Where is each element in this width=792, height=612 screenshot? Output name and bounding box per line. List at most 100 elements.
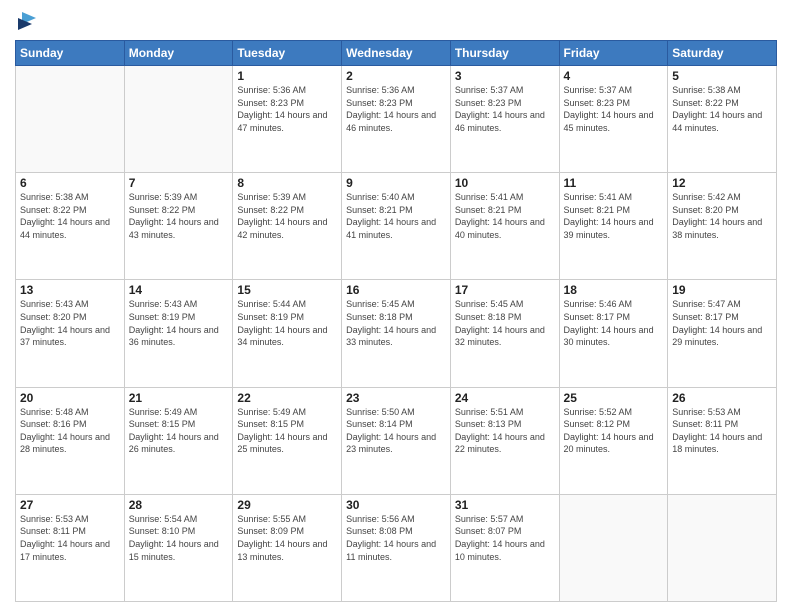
- calendar-cell: 28 Sunrise: 5:54 AMSunset: 8:10 PMDaylig…: [124, 494, 233, 601]
- day-number: 1: [237, 69, 337, 83]
- day-number: 10: [455, 176, 555, 190]
- day-info: Sunrise: 5:39 AMSunset: 8:22 PMDaylight:…: [129, 192, 219, 240]
- day-number: 21: [129, 391, 229, 405]
- day-info: Sunrise: 5:47 AMSunset: 8:17 PMDaylight:…: [672, 299, 762, 347]
- day-info: Sunrise: 5:38 AMSunset: 8:22 PMDaylight:…: [672, 85, 762, 133]
- day-info: Sunrise: 5:46 AMSunset: 8:17 PMDaylight:…: [564, 299, 654, 347]
- day-number: 14: [129, 283, 229, 297]
- day-info: Sunrise: 5:53 AMSunset: 8:11 PMDaylight:…: [20, 514, 110, 562]
- calendar-cell: 1 Sunrise: 5:36 AMSunset: 8:23 PMDayligh…: [233, 66, 342, 173]
- calendar-cell: 20 Sunrise: 5:48 AMSunset: 8:16 PMDaylig…: [16, 387, 125, 494]
- calendar-cell: 10 Sunrise: 5:41 AMSunset: 8:21 PMDaylig…: [450, 173, 559, 280]
- calendar-cell: 30 Sunrise: 5:56 AMSunset: 8:08 PMDaylig…: [342, 494, 451, 601]
- calendar-cell: 26 Sunrise: 5:53 AMSunset: 8:11 PMDaylig…: [668, 387, 777, 494]
- day-number: 7: [129, 176, 229, 190]
- day-info: Sunrise: 5:54 AMSunset: 8:10 PMDaylight:…: [129, 514, 219, 562]
- calendar-table: SundayMondayTuesdayWednesdayThursdayFrid…: [15, 40, 777, 602]
- calendar-cell: 2 Sunrise: 5:36 AMSunset: 8:23 PMDayligh…: [342, 66, 451, 173]
- day-info: Sunrise: 5:49 AMSunset: 8:15 PMDaylight:…: [237, 407, 327, 455]
- calendar-cell: 11 Sunrise: 5:41 AMSunset: 8:21 PMDaylig…: [559, 173, 668, 280]
- day-number: 22: [237, 391, 337, 405]
- weekday-header: Monday: [124, 41, 233, 66]
- day-info: Sunrise: 5:42 AMSunset: 8:20 PMDaylight:…: [672, 192, 762, 240]
- day-info: Sunrise: 5:49 AMSunset: 8:15 PMDaylight:…: [129, 407, 219, 455]
- day-info: Sunrise: 5:41 AMSunset: 8:21 PMDaylight:…: [455, 192, 545, 240]
- day-info: Sunrise: 5:43 AMSunset: 8:20 PMDaylight:…: [20, 299, 110, 347]
- day-number: 24: [455, 391, 555, 405]
- calendar-cell: 19 Sunrise: 5:47 AMSunset: 8:17 PMDaylig…: [668, 280, 777, 387]
- day-number: 8: [237, 176, 337, 190]
- day-info: Sunrise: 5:53 AMSunset: 8:11 PMDaylight:…: [672, 407, 762, 455]
- calendar-cell: 23 Sunrise: 5:50 AMSunset: 8:14 PMDaylig…: [342, 387, 451, 494]
- day-number: 29: [237, 498, 337, 512]
- day-number: 20: [20, 391, 120, 405]
- weekday-header: Friday: [559, 41, 668, 66]
- day-info: Sunrise: 5:57 AMSunset: 8:07 PMDaylight:…: [455, 514, 545, 562]
- day-number: 30: [346, 498, 446, 512]
- weekday-header: Thursday: [450, 41, 559, 66]
- day-number: 13: [20, 283, 120, 297]
- calendar-week-row: 13 Sunrise: 5:43 AMSunset: 8:20 PMDaylig…: [16, 280, 777, 387]
- calendar-cell: 7 Sunrise: 5:39 AMSunset: 8:22 PMDayligh…: [124, 173, 233, 280]
- day-number: 15: [237, 283, 337, 297]
- day-number: 27: [20, 498, 120, 512]
- calendar-cell: 18 Sunrise: 5:46 AMSunset: 8:17 PMDaylig…: [559, 280, 668, 387]
- calendar-week-row: 1 Sunrise: 5:36 AMSunset: 8:23 PMDayligh…: [16, 66, 777, 173]
- day-info: Sunrise: 5:51 AMSunset: 8:13 PMDaylight:…: [455, 407, 545, 455]
- day-info: Sunrise: 5:40 AMSunset: 8:21 PMDaylight:…: [346, 192, 436, 240]
- logo-icon: [18, 10, 36, 32]
- weekday-header-row: SundayMondayTuesdayWednesdayThursdayFrid…: [16, 41, 777, 66]
- day-info: Sunrise: 5:52 AMSunset: 8:12 PMDaylight:…: [564, 407, 654, 455]
- day-info: Sunrise: 5:44 AMSunset: 8:19 PMDaylight:…: [237, 299, 327, 347]
- day-number: 4: [564, 69, 664, 83]
- calendar-cell: 4 Sunrise: 5:37 AMSunset: 8:23 PMDayligh…: [559, 66, 668, 173]
- calendar-cell: 29 Sunrise: 5:55 AMSunset: 8:09 PMDaylig…: [233, 494, 342, 601]
- day-number: 18: [564, 283, 664, 297]
- calendar-cell: 6 Sunrise: 5:38 AMSunset: 8:22 PMDayligh…: [16, 173, 125, 280]
- calendar-cell: 21 Sunrise: 5:49 AMSunset: 8:15 PMDaylig…: [124, 387, 233, 494]
- day-number: 25: [564, 391, 664, 405]
- day-number: 16: [346, 283, 446, 297]
- calendar-cell: [668, 494, 777, 601]
- day-number: 31: [455, 498, 555, 512]
- weekday-header: Tuesday: [233, 41, 342, 66]
- day-number: 11: [564, 176, 664, 190]
- calendar-cell: 22 Sunrise: 5:49 AMSunset: 8:15 PMDaylig…: [233, 387, 342, 494]
- calendar-cell: 27 Sunrise: 5:53 AMSunset: 8:11 PMDaylig…: [16, 494, 125, 601]
- day-info: Sunrise: 5:43 AMSunset: 8:19 PMDaylight:…: [129, 299, 219, 347]
- day-info: Sunrise: 5:55 AMSunset: 8:09 PMDaylight:…: [237, 514, 327, 562]
- calendar-cell: 13 Sunrise: 5:43 AMSunset: 8:20 PMDaylig…: [16, 280, 125, 387]
- day-number: 19: [672, 283, 772, 297]
- day-info: Sunrise: 5:45 AMSunset: 8:18 PMDaylight:…: [346, 299, 436, 347]
- day-number: 9: [346, 176, 446, 190]
- day-info: Sunrise: 5:38 AMSunset: 8:22 PMDaylight:…: [20, 192, 110, 240]
- calendar-cell: 31 Sunrise: 5:57 AMSunset: 8:07 PMDaylig…: [450, 494, 559, 601]
- calendar-cell: [124, 66, 233, 173]
- calendar-cell: [16, 66, 125, 173]
- day-number: 26: [672, 391, 772, 405]
- day-info: Sunrise: 5:48 AMSunset: 8:16 PMDaylight:…: [20, 407, 110, 455]
- day-info: Sunrise: 5:41 AMSunset: 8:21 PMDaylight:…: [564, 192, 654, 240]
- day-number: 5: [672, 69, 772, 83]
- logo: [15, 10, 36, 32]
- calendar-cell: 17 Sunrise: 5:45 AMSunset: 8:18 PMDaylig…: [450, 280, 559, 387]
- calendar-cell: 24 Sunrise: 5:51 AMSunset: 8:13 PMDaylig…: [450, 387, 559, 494]
- calendar-cell: 3 Sunrise: 5:37 AMSunset: 8:23 PMDayligh…: [450, 66, 559, 173]
- day-info: Sunrise: 5:36 AMSunset: 8:23 PMDaylight:…: [346, 85, 436, 133]
- day-info: Sunrise: 5:37 AMSunset: 8:23 PMDaylight:…: [455, 85, 545, 133]
- calendar-week-row: 20 Sunrise: 5:48 AMSunset: 8:16 PMDaylig…: [16, 387, 777, 494]
- day-number: 28: [129, 498, 229, 512]
- calendar-cell: 14 Sunrise: 5:43 AMSunset: 8:19 PMDaylig…: [124, 280, 233, 387]
- day-info: Sunrise: 5:37 AMSunset: 8:23 PMDaylight:…: [564, 85, 654, 133]
- calendar-cell: 8 Sunrise: 5:39 AMSunset: 8:22 PMDayligh…: [233, 173, 342, 280]
- weekday-header: Saturday: [668, 41, 777, 66]
- day-info: Sunrise: 5:36 AMSunset: 8:23 PMDaylight:…: [237, 85, 327, 133]
- day-number: 12: [672, 176, 772, 190]
- weekday-header: Wednesday: [342, 41, 451, 66]
- day-info: Sunrise: 5:45 AMSunset: 8:18 PMDaylight:…: [455, 299, 545, 347]
- calendar-cell: 12 Sunrise: 5:42 AMSunset: 8:20 PMDaylig…: [668, 173, 777, 280]
- day-info: Sunrise: 5:39 AMSunset: 8:22 PMDaylight:…: [237, 192, 327, 240]
- calendar-cell: 16 Sunrise: 5:45 AMSunset: 8:18 PMDaylig…: [342, 280, 451, 387]
- day-number: 3: [455, 69, 555, 83]
- day-info: Sunrise: 5:56 AMSunset: 8:08 PMDaylight:…: [346, 514, 436, 562]
